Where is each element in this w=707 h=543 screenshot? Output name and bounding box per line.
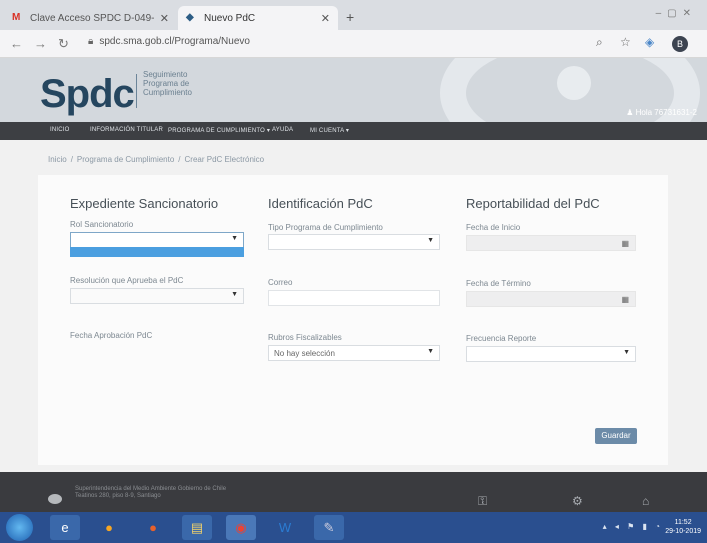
nav-programa-cumplimiento[interactable]: Programa de Cumplimiento ▾	[168, 127, 270, 134]
rubros-value: No hay selección	[274, 349, 335, 358]
breadcrumb: Inicio / Programa de Cumplimiento / Crear Pd…	[48, 155, 264, 164]
file-explorer-icon[interactable]: ▤	[182, 515, 212, 540]
breadcrumb-separator: /	[178, 155, 181, 164]
resolucion-select[interactable]: ▼	[70, 288, 244, 304]
screen: M Clave Acceso SPDC D-049- 2019 ✕ ◆ Nuev…	[0, 0, 707, 543]
footer-line: Superintendencia del Medio Ambiente Gobi…	[75, 486, 227, 492]
rol-select[interactable]: ▼	[70, 232, 244, 248]
section-title-expediente: Expediente Sancionatorio	[70, 196, 219, 211]
media-player-icon[interactable]: ●	[94, 515, 124, 540]
user-name: Hola 76731631-2	[635, 108, 697, 117]
os-taskbar: e ● ● ▤ ◉ W ✎ ▴ ◂ ⚑ ▮ ◔ 11:52 29-10-2019	[0, 512, 707, 543]
spdc-favicon: ◆	[186, 12, 194, 23]
nav-informacion-titular[interactable]: Información titular	[90, 127, 163, 133]
correo-label: Correo	[268, 278, 293, 287]
site-nav: Inicio Información titular Programa de C…	[0, 122, 707, 140]
breadcrumb-current: Crear PdC Electrónico	[184, 155, 265, 164]
logo-divider	[136, 74, 137, 108]
frecuencia-label: Frecuencia Reporte	[466, 334, 537, 343]
breadcrumb-separator: /	[70, 155, 73, 164]
lock-icon[interactable]: ⚿	[478, 494, 487, 509]
rol-label: Rol Sancionatorio	[70, 220, 134, 229]
ie-icon[interactable]: e	[50, 515, 80, 540]
url-text: spdc.sma.gob.cl/Programa/Nuevo	[99, 36, 250, 47]
close-tab-icon[interactable]: ✕	[321, 12, 330, 25]
extension-icon[interactable]: ◈	[645, 35, 654, 49]
footer-text: Superintendencia del Medio Ambiente Gobi…	[75, 486, 226, 500]
breadcrumb-programa[interactable]: Programa de Cumplimiento	[77, 155, 174, 164]
reload-icon[interactable]: ↻	[58, 36, 69, 52]
resolucion-label: Resolución que Aprueba el PdC	[70, 276, 184, 285]
forward-icon[interactable]: →	[34, 36, 47, 51]
form-card	[38, 175, 668, 465]
fecha-termino-label: Fecha de Término	[466, 279, 531, 288]
address-bar[interactable]: 🔒︎ spdc.sma.gob.cl/Programa/Nuevo	[88, 36, 250, 47]
tab-title: Clave Acceso SPDC D-049- 2019	[30, 12, 156, 24]
correo-input[interactable]	[268, 290, 440, 306]
home-icon[interactable]: ⌂	[642, 494, 649, 508]
browser-tab-bar: M Clave Acceso SPDC D-049- 2019 ✕ ◆ Nuev…	[0, 0, 707, 30]
word-icon[interactable]: W	[270, 515, 300, 540]
system-tray[interactable]: ▴ ◂ ⚑ ▮ ◔	[603, 522, 663, 531]
fecha-aprobacion-label: Fecha Aprobación PdC	[70, 331, 153, 340]
user-icon: ♟︎	[626, 108, 636, 117]
firefox-icon[interactable]: ●	[138, 515, 168, 540]
nav-inicio[interactable]: Inicio	[50, 127, 70, 133]
chevron-down-icon: ▼	[231, 291, 238, 298]
fecha-inicio-input[interactable]: ▦	[466, 235, 636, 251]
tipo-programa-label: Tipo Programa de Cumplimiento	[268, 223, 383, 232]
section-title-reportabilidad: Reportabilidad del PdC	[466, 196, 600, 211]
clock-time: 11:52	[674, 519, 692, 526]
logo-subtitle-line: Seguimiento	[143, 70, 188, 79]
site-footer: Superintendencia del Medio Ambiente Gobi…	[0, 472, 707, 512]
rol-dropdown-highlighted-option[interactable]	[70, 247, 244, 257]
browser-toolbar: ← → ↻ 🔒︎ spdc.sma.gob.cl/Programa/Nuevo ⌕…	[0, 30, 707, 58]
header-decoration-circle	[557, 66, 591, 100]
clock-date: 29-10-2019	[665, 528, 701, 535]
user-greeting[interactable]: ♟︎ Hola 76731631-2	[626, 108, 697, 117]
frecuencia-select[interactable]: ▼	[466, 346, 636, 362]
gmail-icon: M	[12, 12, 21, 23]
spdc-logo[interactable]: Spdc	[40, 72, 135, 117]
logo-subtitle-line: Programa de	[143, 79, 190, 88]
footer-line: Teatinos 280, piso 8-9, Santiago	[75, 493, 161, 499]
tab-gmail[interactable]: M Clave Acceso SPDC D-049- 2019 ✕	[4, 6, 177, 30]
section-title-identificacion: Identificación PdC	[268, 196, 373, 211]
bookmark-star-icon[interactable]: ☆	[620, 35, 631, 49]
calendar-icon[interactable]: ▦	[621, 239, 629, 248]
logo-subtitle: Seguimiento Programa de Cumplimiento	[143, 70, 192, 97]
window-controls[interactable]: –▢✕	[656, 8, 697, 19]
chevron-down-icon: ▼	[427, 348, 434, 355]
profile-avatar[interactable]: B	[672, 36, 688, 52]
clock[interactable]: 11:52 29-10-2019	[665, 518, 701, 536]
start-button[interactable]	[6, 514, 33, 541]
rubros-label: Rubros Fiscalizables	[268, 333, 342, 342]
fecha-termino-input[interactable]: ▦	[466, 291, 636, 307]
chevron-down-icon: ▼	[231, 235, 238, 242]
tipo-programa-select[interactable]: ▼	[268, 234, 440, 250]
logo-subtitle-line: Cumplimiento	[143, 88, 192, 97]
nav-mi-cuenta[interactable]: Mi cuenta ▾	[310, 127, 349, 134]
chevron-down-icon: ▼	[623, 349, 630, 356]
lock-icon: 🔒︎	[88, 36, 94, 47]
chrome-icon[interactable]: ◉	[226, 515, 256, 540]
gobierno-logo	[48, 494, 62, 504]
tab-nuevo-pdc[interactable]: ◆ Nuevo PdC ✕	[178, 6, 338, 30]
zoom-icon[interactable]: ⌕	[596, 35, 603, 50]
back-icon[interactable]: ←	[10, 36, 23, 51]
gear-icon[interactable]: ⚙	[572, 494, 583, 508]
site-header: Spdc Seguimiento Programa de Cumplimient…	[0, 58, 707, 122]
save-button[interactable]: Guardar	[595, 428, 637, 444]
new-tab-button[interactable]: +	[346, 9, 354, 25]
paint-icon[interactable]: ✎	[314, 515, 344, 540]
tab-title: Nuevo PdC	[204, 12, 256, 24]
rubros-select[interactable]: No hay selección ▼	[268, 345, 440, 361]
breadcrumb-inicio[interactable]: Inicio	[48, 155, 67, 164]
close-tab-icon[interactable]: ✕	[160, 12, 169, 25]
chevron-down-icon: ▼	[427, 237, 434, 244]
calendar-icon[interactable]: ▦	[621, 295, 629, 304]
fecha-inicio-label: Fecha de Inicio	[466, 223, 521, 232]
nav-ayuda[interactable]: Ayuda	[272, 127, 293, 133]
